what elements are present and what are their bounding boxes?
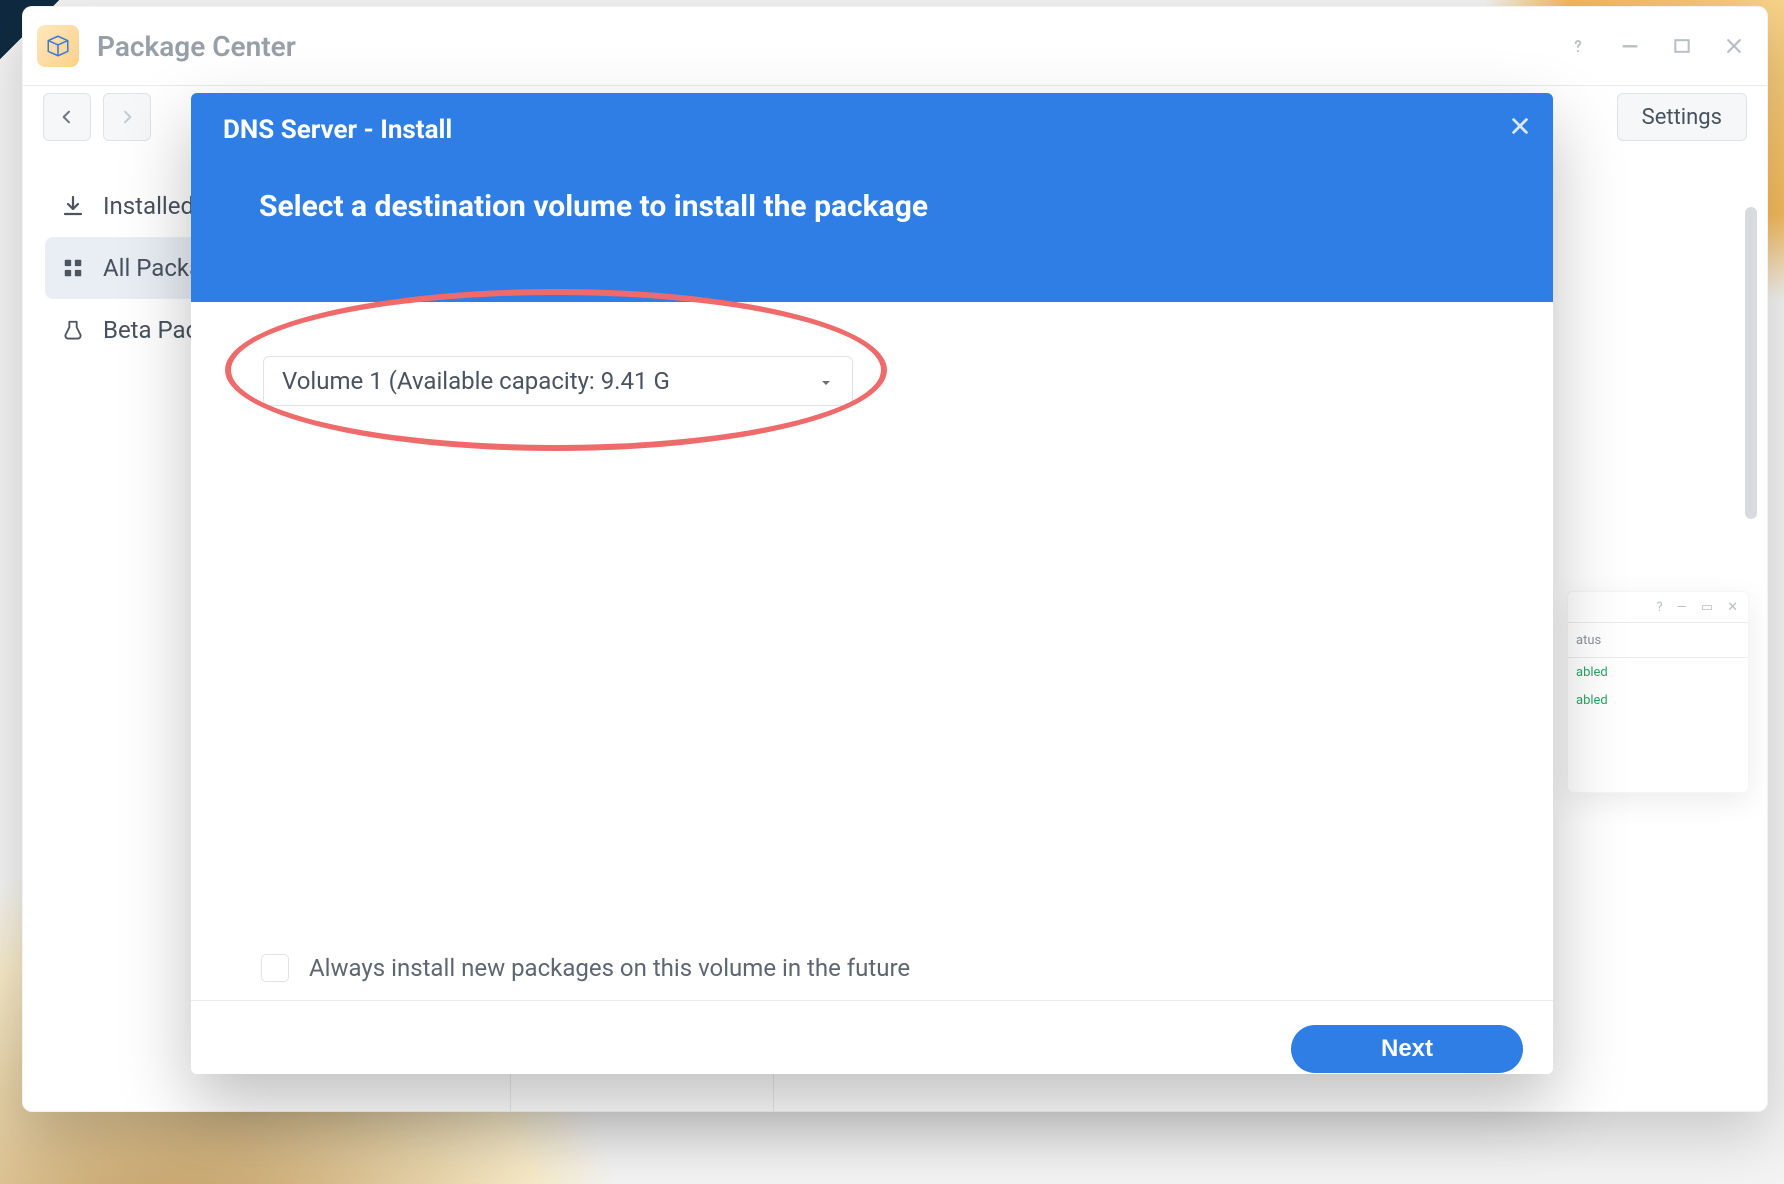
- chevron-down-icon: [818, 367, 834, 395]
- next-button[interactable]: Next: [1291, 1025, 1523, 1073]
- modal-close-icon[interactable]: [1509, 115, 1531, 141]
- modal-title: DNS Server - Install: [223, 115, 1521, 145]
- bg-table-row[interactable]: abled: [1568, 658, 1748, 686]
- bg-table-row[interactable]: abled: [1568, 686, 1748, 714]
- settings-button[interactable]: Settings: [1617, 93, 1747, 141]
- bg-table-header: atus: [1568, 622, 1748, 658]
- minimize-icon[interactable]: [1615, 31, 1645, 61]
- sidebar-item-label: Installed: [103, 192, 194, 220]
- nav-back-button[interactable]: [43, 93, 91, 141]
- modal-footer: Next: [191, 1000, 1553, 1074]
- close-icon[interactable]: [1719, 31, 1749, 61]
- bg-close-icon[interactable]: ✕: [1727, 600, 1738, 615]
- bg-maximize-icon[interactable]: ▭: [1701, 600, 1713, 615]
- modal-body: Volume 1 (Available capacity: 9.41 G Alw…: [191, 302, 1553, 1000]
- bg-status-cell: abled: [1576, 693, 1608, 708]
- package-center-app-icon: [37, 25, 79, 67]
- background-window: ? — ▭ ✕ atus abled abled: [1567, 591, 1749, 793]
- scrollbar-thumb[interactable]: [1745, 207, 1757, 519]
- maximize-icon[interactable]: [1667, 31, 1697, 61]
- nav-forward-button[interactable]: [103, 93, 151, 141]
- bg-help-icon[interactable]: ?: [1656, 600, 1662, 615]
- grid-icon: [59, 257, 87, 279]
- modal-subtitle: Select a destination volume to install t…: [259, 189, 1521, 224]
- always-install-checkbox[interactable]: [261, 954, 289, 982]
- download-icon: [59, 194, 87, 218]
- bg-header-status: atus: [1576, 633, 1601, 648]
- window-title: Package Center: [97, 30, 296, 63]
- next-button-label: Next: [1381, 1035, 1433, 1063]
- bg-status-cell: abled: [1576, 665, 1608, 680]
- settings-button-label: Settings: [1642, 105, 1722, 130]
- volume-select-text: Volume 1 (Available capacity: 9.41 G: [282, 367, 670, 395]
- always-install-row: Always install new packages on this volu…: [261, 954, 910, 982]
- beta-icon: [59, 318, 87, 342]
- install-modal: DNS Server - Install Select a destinatio…: [191, 93, 1553, 1074]
- always-install-label: Always install new packages on this volu…: [309, 954, 910, 982]
- bg-minimize-icon[interactable]: —: [1677, 600, 1687, 615]
- bg-window-titlebar: ? — ▭ ✕: [1568, 592, 1748, 622]
- modal-header: DNS Server - Install Select a destinatio…: [191, 93, 1553, 302]
- help-icon[interactable]: [1563, 31, 1593, 61]
- window-titlebar: Package Center: [23, 7, 1767, 86]
- volume-select[interactable]: Volume 1 (Available capacity: 9.41 G: [263, 356, 853, 406]
